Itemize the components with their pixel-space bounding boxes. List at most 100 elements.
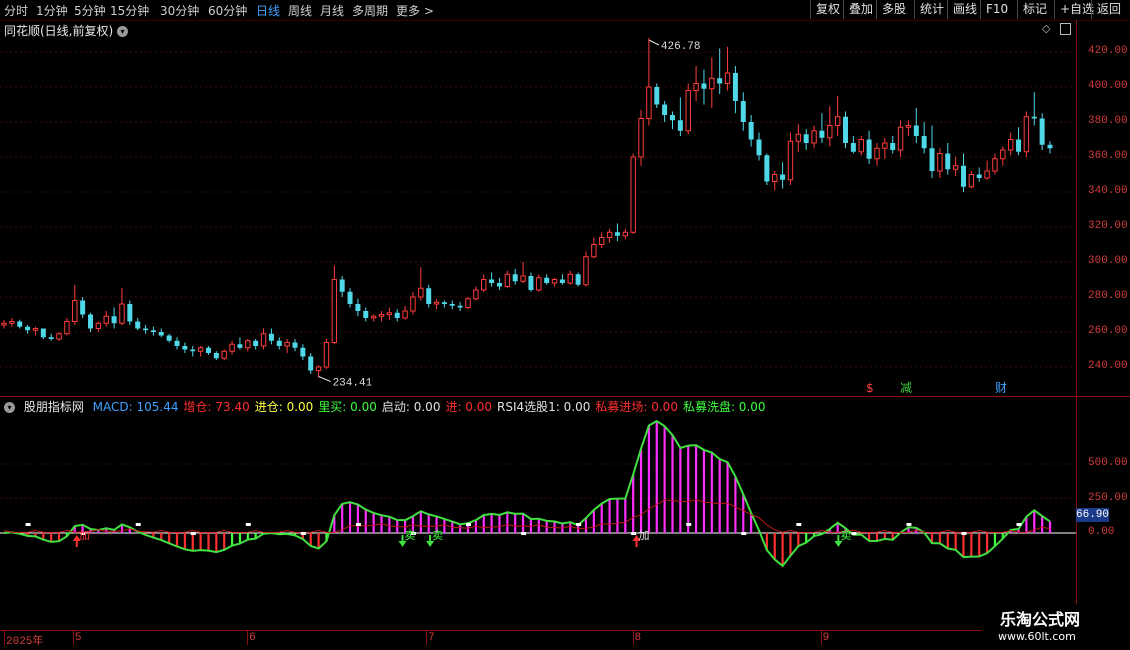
candle [315, 365, 322, 378]
signal-dot [245, 523, 251, 526]
panel-toggle-icon[interactable] [1060, 23, 1071, 35]
date-axis: 2025年5678910 [0, 631, 1076, 650]
price-tick: 360.00 [1088, 150, 1128, 162]
candle [48, 333, 54, 341]
candlestick-chart[interactable]: 426.78 234.41 $ 减 财 [0, 38, 1076, 393]
price-tick: 240.00 [1088, 360, 1128, 372]
candle [72, 284, 78, 325]
candle [88, 312, 94, 332]
candle [724, 46, 731, 91]
period-tab[interactable]: 30分钟 [160, 2, 199, 19]
candle [866, 130, 872, 164]
candle [882, 137, 888, 159]
candle [960, 153, 966, 192]
candle [551, 277, 558, 287]
candle [355, 298, 361, 317]
candle [811, 125, 817, 149]
candle [103, 311, 109, 327]
candle [984, 160, 990, 180]
candle [213, 351, 219, 360]
candle [843, 111, 849, 149]
period-tab[interactable]: 多周期 [352, 2, 388, 19]
candle [945, 143, 951, 175]
event-mark[interactable]: 减 [900, 381, 912, 393]
signal-dot [190, 532, 196, 535]
price-axis-line [1076, 20, 1077, 630]
period-tab[interactable]: 1分钟 [36, 2, 68, 19]
period-tab[interactable]: 更多 > [396, 2, 434, 19]
candle [284, 339, 290, 353]
svg-text:卖: 卖 [840, 529, 851, 542]
date-label: 8 [634, 632, 642, 644]
signal-dot [300, 532, 306, 535]
toolbar-button[interactable]: 统计 [914, 0, 949, 19]
date-tick-line [426, 631, 428, 645]
candle [1039, 113, 1045, 150]
period-tab[interactable]: 周线 [288, 2, 312, 19]
candle [127, 300, 133, 325]
candle [221, 349, 227, 360]
candle [520, 262, 526, 283]
candle [17, 319, 23, 329]
macd-indicator-chart[interactable]: 加卖卖加卖 [0, 412, 1076, 630]
period-tab[interactable]: 月线 [320, 2, 344, 19]
indicator-tick: 500.00 [1088, 457, 1128, 469]
candle [929, 125, 935, 178]
candle [662, 101, 668, 122]
price-tick: 340.00 [1088, 185, 1128, 197]
candle [489, 272, 495, 287]
candle [834, 95, 841, 136]
candle [95, 321, 102, 332]
toolbar-button[interactable]: 多股 [876, 0, 911, 19]
date-label: 9 [822, 632, 830, 644]
panel-divider [0, 396, 1130, 397]
candle [253, 339, 259, 350]
candle [567, 270, 573, 285]
signal-dot [906, 523, 912, 526]
toolbar-button[interactable]: 叠加 [843, 0, 878, 19]
period-tab[interactable]: 60分钟 [208, 2, 247, 19]
toolbar-button[interactable]: 标记 [1017, 0, 1052, 19]
candle [308, 353, 314, 374]
chevron-down-icon[interactable]: ▾ [117, 26, 129, 37]
candle [677, 97, 683, 136]
candle [119, 288, 125, 325]
event-mark[interactable]: $ [866, 381, 874, 393]
indicator-tick: 0.00 [1088, 526, 1115, 538]
candle [599, 232, 605, 248]
price-tick: 300.00 [1088, 255, 1128, 267]
candle [756, 132, 762, 161]
candle [229, 340, 235, 355]
period-tab[interactable]: 分时 [4, 2, 28, 19]
candle [457, 302, 463, 311]
candle [803, 129, 809, 150]
diamond-icon[interactable]: ◇ [1042, 22, 1050, 35]
candle [858, 136, 864, 156]
signal-dot [466, 523, 472, 526]
trade-marker[interactable]: 加 [632, 529, 650, 547]
candle [40, 328, 46, 339]
price-tick: 280.00 [1088, 290, 1128, 302]
candle [449, 300, 455, 310]
candle [512, 269, 518, 285]
candle [787, 132, 794, 185]
period-tab[interactable]: 5分钟 [74, 2, 106, 19]
toolbar-button[interactable]: F10 [980, 0, 1013, 19]
candle [1007, 132, 1014, 156]
candle [276, 337, 282, 350]
trade-marker[interactable]: 卖 [398, 529, 416, 547]
candle [433, 298, 440, 310]
candle [418, 267, 424, 301]
svg-text:加: 加 [79, 529, 90, 542]
toolbar-button[interactable]: 返回 [1091, 0, 1126, 19]
candle [245, 339, 251, 352]
candle [150, 326, 156, 336]
period-tab[interactable]: 日线 [256, 2, 280, 19]
event-mark[interactable]: 财 [995, 381, 1007, 393]
toolbar-button[interactable]: 复权 [810, 0, 845, 19]
candle [182, 342, 188, 353]
candle [1023, 111, 1030, 157]
period-tab[interactable]: 15分钟 [110, 2, 149, 19]
price-tick: 320.00 [1088, 220, 1128, 232]
toolbar-button[interactable]: 画线 [947, 0, 982, 19]
